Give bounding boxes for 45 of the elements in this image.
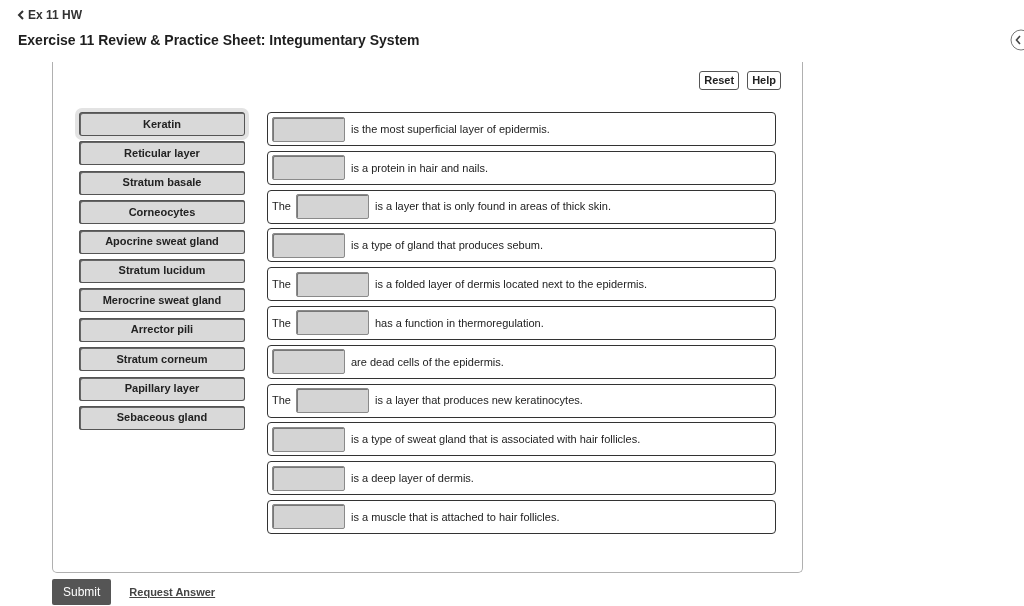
answer-box[interactable] bbox=[272, 155, 345, 181]
sentence-text: is a type of sweat gland that is associated with hair follicles. bbox=[351, 432, 641, 448]
sentence-prefix: The bbox=[272, 393, 291, 409]
sentence-prefix: The bbox=[272, 276, 291, 292]
answer-box[interactable] bbox=[295, 388, 369, 414]
submit-button[interactable]: Submit bbox=[52, 579, 112, 605]
sentence-text: is a muscle that is attached to hair follicles. bbox=[351, 509, 560, 525]
answer-box[interactable] bbox=[272, 504, 345, 530]
answer-box[interactable] bbox=[272, 349, 345, 375]
answer-tile[interactable]: Corneocytes bbox=[79, 200, 245, 225]
page-title: Exercise 11 Review & Practice Sheet: Integumentary System bbox=[18, 32, 420, 49]
answer-tile[interactable]: Merocrine sweat gland bbox=[79, 288, 245, 313]
answer-box[interactable] bbox=[272, 426, 345, 452]
answer-tile[interactable]: Keratin bbox=[75, 108, 249, 140]
answer-tile[interactable]: Stratum lucidum bbox=[79, 258, 245, 283]
answer-tile[interactable]: Apocrine sweat gland bbox=[79, 229, 245, 254]
sentence-text: is a type of gland that produces sebum. bbox=[351, 238, 543, 254]
back-link[interactable]: Ex 11 HW bbox=[17, 8, 83, 22]
answer-tile[interactable]: Stratum corneum bbox=[79, 347, 245, 372]
answer-box[interactable] bbox=[272, 465, 345, 491]
sentence-text: is a deep layer of dermis. bbox=[351, 470, 474, 486]
sentence-text: is a layer that produces new keratinocytes. bbox=[374, 393, 583, 409]
answer-box[interactable] bbox=[272, 232, 345, 258]
help-button[interactable]: Help bbox=[747, 71, 781, 90]
sentence-text: is a folded layer of dermis located next to the epidermis. bbox=[374, 276, 648, 292]
answer-tile[interactable]: Reticular layer bbox=[79, 141, 245, 166]
sentence-prefix: The bbox=[272, 315, 291, 331]
answer-tile[interactable]: Arrector pili bbox=[79, 317, 245, 342]
sentence-text: has a function in thermoregulation. bbox=[374, 315, 544, 331]
circle-chevron-icon[interactable] bbox=[1010, 29, 1024, 51]
chevron-left-icon bbox=[17, 10, 24, 20]
request-answer-link[interactable]: Request Answer bbox=[129, 583, 216, 601]
answer-box[interactable] bbox=[295, 310, 369, 336]
sentence-prefix: The bbox=[272, 199, 291, 215]
sentence-text: is a protein in hair and nails. bbox=[351, 160, 488, 176]
sentence-text: is the most superficial layer of epidermis. bbox=[351, 121, 550, 137]
answer-box[interactable] bbox=[272, 116, 345, 142]
sentence-text: is a layer that is only found in areas of thick skin. bbox=[374, 199, 611, 215]
answer-tile[interactable]: Sebaceous gland bbox=[79, 405, 245, 430]
answer-box[interactable] bbox=[295, 271, 369, 297]
answer-tile[interactable]: Stratum basale bbox=[79, 170, 245, 195]
answer-tile[interactable]: Papillary layer bbox=[79, 376, 245, 401]
answer-box[interactable] bbox=[295, 194, 369, 220]
reset-button[interactable]: Reset bbox=[699, 71, 740, 90]
sentence-text: are dead cells of the epidermis. bbox=[351, 354, 504, 370]
